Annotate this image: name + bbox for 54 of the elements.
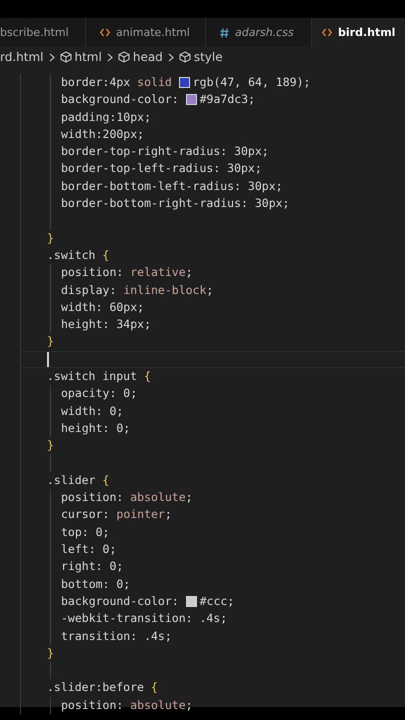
code-line: display: inline-block; bbox=[20, 282, 405, 299]
code-line: .switch input { bbox=[20, 368, 405, 386]
chevron-icon bbox=[168, 52, 174, 62]
code-line: -webkit-transition: .4s; bbox=[20, 610, 405, 628]
code-line: width:200px; bbox=[20, 126, 405, 144]
code-line: border-top-left-radius: 30px; bbox=[20, 160, 405, 178]
code-line: } bbox=[20, 230, 405, 247]
code-icon bbox=[322, 28, 332, 37]
code-text: #ccc; bbox=[200, 592, 234, 610]
code-line: padding:10px; bbox=[20, 108, 405, 126]
color-swatch-icon[interactable] bbox=[178, 77, 190, 88]
code-line: .slider:before { bbox=[20, 679, 405, 697]
code-line: position: absolute; bbox=[20, 489, 405, 506]
code-line: } bbox=[20, 644, 405, 662]
breadcrumb-item[interactable]: head bbox=[118, 50, 163, 64]
code-line: transition: .4s; bbox=[20, 628, 405, 645]
code-line: .slider { bbox=[20, 472, 405, 490]
code-line: } bbox=[20, 437, 405, 455]
code-text: rgb(47, 64, 189); bbox=[192, 74, 310, 91]
tab[interactable]: bird.html bbox=[312, 18, 405, 47]
code-text: background-color: bbox=[61, 592, 180, 610]
code-line: position: absolute; bbox=[20, 696, 405, 714]
cube-icon bbox=[60, 51, 72, 63]
code-line: position: relative; bbox=[20, 264, 405, 282]
code-text: background-color: bbox=[61, 91, 180, 108]
code-line: width: 0; bbox=[20, 402, 405, 420]
code-line: cursor: pointer; bbox=[20, 506, 405, 524]
hash-icon bbox=[220, 28, 229, 38]
text-cursor bbox=[47, 352, 49, 367]
breadcrumb-item[interactable]: rd.html bbox=[0, 50, 44, 64]
breadcrumb-item[interactable]: html bbox=[60, 50, 102, 64]
code-text: #9a7dc3; bbox=[200, 91, 256, 108]
color-swatch-icon[interactable] bbox=[186, 94, 197, 106]
code-line: left: 0; bbox=[20, 541, 405, 558]
chevron-icon bbox=[48, 52, 54, 62]
code-line: bottom: 0; bbox=[20, 576, 405, 593]
code-icon bbox=[100, 28, 110, 37]
code-line: opacity: 0; bbox=[20, 385, 405, 403]
code-line: .switch { bbox=[20, 246, 405, 264]
breadcrumb-item[interactable]: style bbox=[178, 50, 223, 64]
code-line: top: 0; bbox=[20, 524, 405, 542]
code-line: border-top-right-radius: 30px; bbox=[20, 143, 405, 160]
code-line: width: 60px; bbox=[20, 298, 405, 316]
code-text: border:4px solid bbox=[61, 74, 173, 91]
code-line: right: 0; bbox=[20, 558, 405, 576]
cube-icon bbox=[178, 51, 191, 63]
tab[interactable]: bscribe.html bbox=[0, 18, 86, 47]
code-line: border-bottom-right-radius: 30px; bbox=[20, 195, 405, 212]
code-line: border-bottom-left-radius: 30px; bbox=[20, 178, 405, 196]
chevron-icon bbox=[106, 52, 113, 62]
color-swatch-icon[interactable] bbox=[186, 596, 197, 608]
code-line: height: 34px; bbox=[20, 316, 405, 334]
cube-icon bbox=[118, 51, 130, 63]
code-line: height: 0; bbox=[20, 420, 405, 438]
